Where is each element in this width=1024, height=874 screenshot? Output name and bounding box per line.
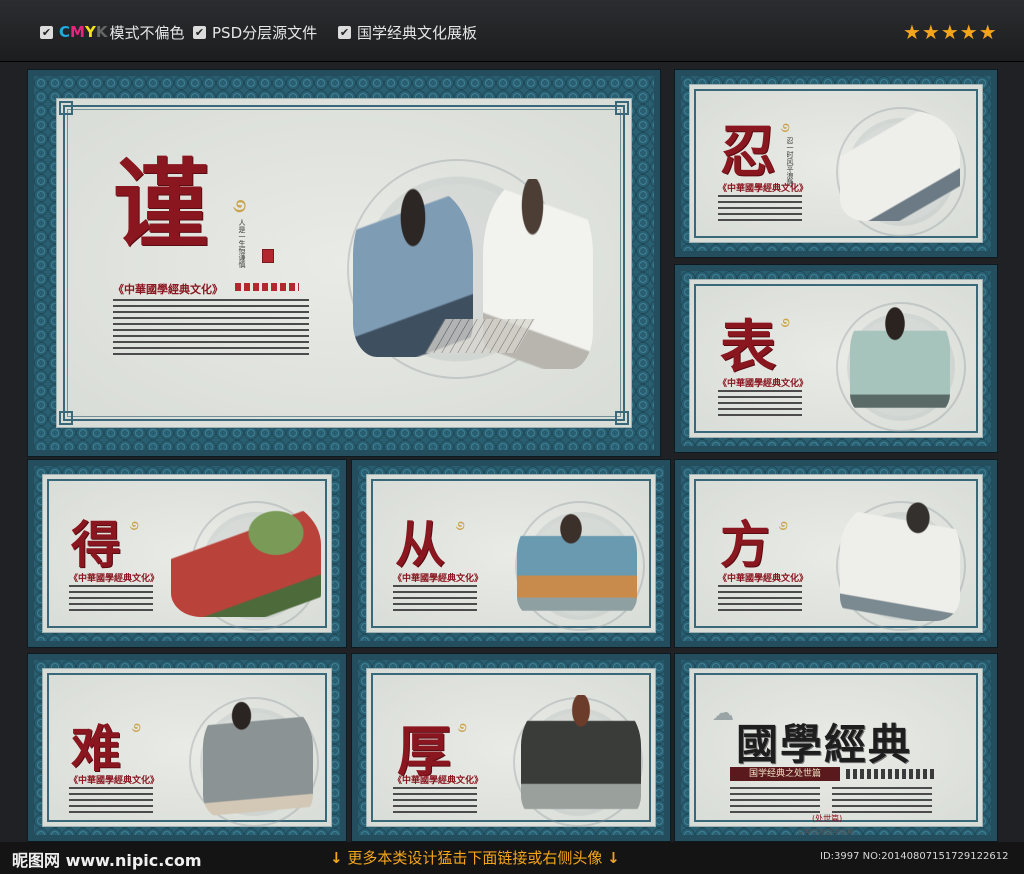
board-biao: 表 ࿔ 《中華國學經典文化》: [675, 265, 997, 452]
preview-stage: 谨 ࿔ 人是一生恒谦慎 《中華國學經典文化》 忍 ࿔ 忍一时风平浪静 《中華國學…: [0, 62, 1024, 842]
cloud-icon: ࿔: [459, 720, 468, 741]
rating-stars-icon: ★★★★★: [903, 20, 998, 44]
cloud-icon: ࿔: [782, 315, 791, 336]
board-subtitle: 《中華國學經典文化》: [69, 574, 160, 584]
board-char: 谨: [113, 148, 209, 261]
body-text: [730, 787, 820, 813]
board-subtitle: 《中華國學經典文化》: [718, 574, 809, 584]
check-icon: ✔: [193, 25, 206, 39]
board-subtitle: 《中華國學經典文化》: [718, 379, 809, 389]
feature-label: 国学经典文化展板: [357, 23, 478, 42]
figure-lady: [850, 306, 950, 416]
cover-subtitle: 国学经典之处世篇: [730, 767, 840, 781]
cmy-c: C: [59, 23, 71, 41]
figure-pair: [203, 699, 313, 819]
board-main: 谨 ࿔ 人是一生恒谦慎 《中華國學經典文化》: [28, 70, 660, 456]
board-subtitle: 《中華國學經典文化》: [393, 574, 484, 584]
top-bar: ✔ C M Y K 模式不偏色 ✔ PSD分层源文件 ✔ 国学经典文化展板 ★★…: [0, 0, 1024, 62]
feature-label: 模式不偏色: [109, 23, 185, 42]
figure-two-men: [840, 501, 960, 621]
cover-tag: (处世篇): [812, 814, 843, 823]
cover-title: 國學經典: [736, 720, 913, 769]
cmy-y: Y: [84, 23, 96, 41]
board-ren: 忍 ࿔ 忍一时风平浪静 《中華國學經典文化》: [675, 70, 997, 257]
board-char: 难: [71, 719, 121, 778]
board-subtitle: 《中華國學經典文化》: [69, 776, 160, 786]
figure-hermit: [521, 695, 641, 821]
board-subtitle: 《中華國學經典文化》: [113, 283, 223, 296]
board-char: 得: [71, 515, 121, 574]
feature-theme: ✔ 国学经典文化展板: [338, 22, 477, 42]
feature-color-mode: ✔ C M Y K 模式不偏色: [40, 23, 185, 42]
body-text-2: [832, 787, 932, 813]
body-text: [69, 585, 153, 615]
feature-psd: ✔ PSD分层源文件: [193, 22, 317, 42]
arrow-down-icon: ↓: [607, 849, 620, 867]
board-nan: 难 ࿔ 《中華國學經典文化》: [28, 654, 346, 841]
figure-reclining: [171, 497, 321, 617]
body-text: [718, 390, 802, 418]
board-cong: 从 ࿔ 《中華國學經典文化》: [352, 460, 670, 647]
board-subtitle: 《中華國學經典文化》: [393, 776, 484, 786]
board-cover: ☁ 國學經典 国学经典之处世篇 (处世篇) 中华传统国学经典: [675, 654, 997, 841]
board-char: 从: [395, 515, 445, 574]
site-logo[interactable]: 昵图网 www.nipic.com: [12, 847, 202, 871]
body-text: [393, 585, 477, 615]
body-text: [718, 195, 802, 223]
figure-sage: [840, 111, 960, 221]
feature-label: PSD分层源文件: [212, 23, 318, 42]
cmy-m: M: [70, 23, 85, 41]
board-de: 得 ࿔ 《中華國學經典文化》: [28, 460, 346, 647]
promo-link[interactable]: ↓ 更多本类设计猛击下面链接或右侧头像 ↓: [330, 847, 620, 868]
board-char: 方: [720, 515, 770, 574]
cloud-icon: ࿔: [457, 518, 466, 539]
figure-seated: [517, 509, 637, 619]
body-text: [113, 299, 309, 357]
cloud-icon: ࿔: [780, 518, 789, 539]
cloud-icon: ☁: [712, 701, 734, 726]
image-id: ID:3997 NO:20140807151729122612: [820, 851, 1009, 862]
board-fang: 方 ࿔ 《中華國學經典文化》: [675, 460, 997, 647]
body-text: [718, 585, 802, 615]
cloud-icon: ࿔: [131, 518, 140, 539]
board-char: 忍: [720, 119, 776, 185]
check-icon: ✔: [40, 25, 53, 39]
check-icon: ✔: [338, 25, 351, 39]
board-subtitle: 《中華國學經典文化》: [718, 184, 809, 194]
seal-icon: [262, 249, 274, 263]
board-char: 表: [720, 314, 776, 380]
board-hou: 厚 ࿔ 《中華國學經典文化》: [352, 654, 670, 841]
cover-foot: 中华传统国学经典: [798, 828, 854, 836]
body-text: [393, 787, 477, 817]
promo-text: 更多本类设计猛击下面链接或右侧头像: [347, 849, 603, 867]
bottom-bar: 昵图网 www.nipic.com ↓ 更多本类设计猛击下面链接或右侧头像 ↓ …: [0, 842, 1024, 874]
arrow-down-icon: ↓: [330, 849, 343, 867]
cloud-icon: ࿔: [133, 720, 142, 741]
body-text: [69, 787, 153, 817]
